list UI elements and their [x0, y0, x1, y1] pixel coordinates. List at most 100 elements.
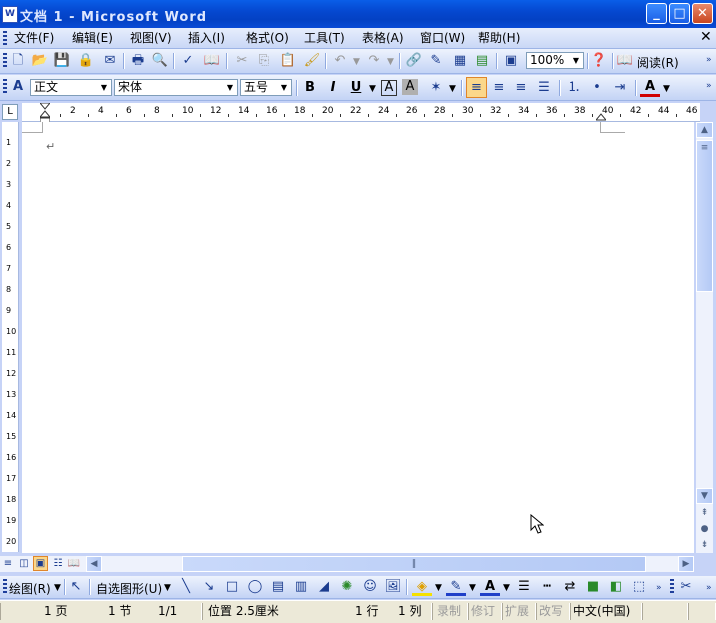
- zoom-select[interactable]: 100% ▼: [526, 52, 584, 69]
- select-objects-icon[interactable]: ↖: [66, 577, 86, 597]
- numbering-icon[interactable]: ⒈: [564, 78, 584, 98]
- select-multiple-objects-icon[interactable]: ⬚: [629, 577, 649, 597]
- print-icon[interactable]: 🖶: [128, 51, 148, 71]
- autoshapes-menu-button[interactable]: 自选图形(U): [96, 580, 162, 597]
- dash-style-icon[interactable]: ┅: [537, 577, 557, 597]
- status-language[interactable]: 中文(中国): [573, 604, 630, 619]
- chevron-down-icon[interactable]: ▼: [435, 583, 442, 593]
- justify-button[interactable]: ≡: [466, 77, 487, 98]
- character-shading-button[interactable]: A: [402, 79, 418, 95]
- previous-page-icon[interactable]: ⇞: [696, 506, 713, 522]
- outline-view-icon[interactable]: ☷: [50, 554, 66, 574]
- diagram-icon[interactable]: ✺: [337, 577, 357, 597]
- cut-icon[interactable]: ✂: [232, 51, 252, 71]
- email-icon[interactable]: ✉: [100, 51, 120, 71]
- menu-tools[interactable]: 工具(T): [304, 30, 345, 46]
- research-icon[interactable]: 📖: [202, 51, 222, 71]
- chevron-down-icon[interactable]: ▼: [469, 583, 476, 593]
- text-box-icon[interactable]: ▤: [268, 577, 288, 597]
- save-icon[interactable]: 💾: [52, 51, 72, 71]
- status-extend[interactable]: 扩展: [505, 604, 529, 619]
- align-right-icon[interactable]: ≡: [511, 78, 531, 98]
- character-border-button[interactable]: A: [381, 80, 397, 96]
- menu-format[interactable]: 格式(O): [246, 30, 289, 46]
- underline-dropdown-icon[interactable]: ▼: [369, 84, 376, 94]
- rectangle-icon[interactable]: □: [222, 577, 242, 597]
- minimize-button[interactable]: _: [646, 3, 667, 24]
- vertical-ruler[interactable]: 1 2 3 4 5 6 7 8 9 10 11 12 13 14 15 16 17 18 19 20: [2, 122, 19, 552]
- maximize-button[interactable]: □: [669, 3, 690, 24]
- drawing-canvas-icon[interactable]: ✂: [676, 577, 696, 597]
- arrow-icon[interactable]: ↘: [199, 577, 219, 597]
- read-button[interactable]: 阅读(R): [637, 54, 679, 71]
- menu-window[interactable]: 窗口(W): [420, 30, 465, 46]
- chevron-down-icon[interactable]: ▼: [570, 54, 582, 67]
- phonetic-guide-icon[interactable]: ✶: [426, 78, 446, 98]
- underline-button[interactable]: U: [346, 78, 366, 98]
- document-map-icon[interactable]: ▣: [501, 51, 521, 71]
- chevron-down-icon[interactable]: ▼: [98, 81, 110, 94]
- toolbar-grip[interactable]: [670, 579, 674, 595]
- close-document-icon[interactable]: ✕: [700, 29, 712, 45]
- toolbar-grip[interactable]: [3, 79, 7, 95]
- chevron-down-icon[interactable]: ▼: [503, 583, 510, 593]
- status-record[interactable]: 录制: [437, 604, 461, 619]
- help-icon[interactable]: ❓: [589, 51, 609, 71]
- next-page-icon[interactable]: ⇟: [696, 538, 713, 554]
- arrow-style-icon[interactable]: ⇄: [560, 577, 580, 597]
- scroll-thumb[interactable]: ≡: [696, 140, 713, 292]
- format-painter-icon[interactable]: 🖌: [302, 51, 322, 71]
- toolbar-grip[interactable]: [3, 53, 7, 69]
- menu-help[interactable]: 帮助(H): [478, 30, 520, 46]
- document-page[interactable]: ↵: [22, 122, 694, 553]
- font-color-button[interactable]: A: [640, 77, 660, 97]
- tab-selector[interactable]: L: [2, 104, 18, 120]
- chevron-down-icon[interactable]: ▼: [449, 84, 456, 94]
- clip-art-icon[interactable]: ☺: [360, 577, 380, 597]
- horizontal-scroll-thumb[interactable]: ‖: [182, 556, 646, 572]
- line-color-icon[interactable]: ✎: [446, 577, 466, 596]
- open-folder-icon[interactable]: 📂: [30, 51, 50, 71]
- line-style-icon[interactable]: ☰: [514, 577, 534, 597]
- hyperlink-icon[interactable]: 🔗: [404, 51, 424, 71]
- toolbar-options-icon[interactable]: »: [656, 583, 662, 593]
- shadow-style-icon[interactable]: ■: [583, 577, 603, 597]
- font-size-select[interactable]: 五号 ▼: [240, 79, 292, 96]
- wordart-icon[interactable]: ◢: [314, 577, 334, 597]
- status-track-changes[interactable]: 修订: [471, 604, 495, 619]
- title-bar[interactable]: W 文档 1 - Microsoft Word _ □ ✕: [0, 0, 716, 28]
- chevron-down-icon[interactable]: ▼: [278, 81, 290, 94]
- toolbar-options-icon[interactable]: »: [706, 81, 712, 91]
- chevron-down-icon[interactable]: ▼: [54, 583, 61, 593]
- horizontal-scrollbar[interactable]: ◀ ‖ ▶: [86, 556, 694, 572]
- scroll-left-icon[interactable]: ◀: [86, 556, 102, 572]
- scroll-up-icon[interactable]: ▲: [696, 122, 713, 138]
- bold-button[interactable]: B: [300, 78, 320, 98]
- styles-formatting-icon[interactable]: A: [8, 77, 28, 97]
- chevron-down-icon[interactable]: ▼: [224, 81, 236, 94]
- distributed-align-icon[interactable]: ☰: [534, 78, 554, 98]
- menu-grip[interactable]: [3, 31, 7, 45]
- select-browse-object-icon[interactable]: ●: [696, 522, 713, 538]
- style-select[interactable]: 正文 ▼: [30, 79, 112, 96]
- insert-table-icon[interactable]: ▦: [450, 51, 470, 71]
- font-select[interactable]: 宋体 ▼: [114, 79, 238, 96]
- menu-table[interactable]: 表格(A): [362, 30, 404, 46]
- scroll-down-icon[interactable]: ▼: [696, 488, 713, 504]
- draw-menu-button[interactable]: 绘图(R): [9, 580, 51, 597]
- menu-file[interactable]: 文件(F): [14, 30, 54, 46]
- align-center-icon[interactable]: ≡: [489, 78, 509, 98]
- new-document-icon[interactable]: 🗋: [8, 51, 28, 71]
- undo-dropdown-icon[interactable]: ▼: [353, 57, 360, 67]
- status-overtype[interactable]: 改写: [539, 604, 563, 619]
- redo-icon[interactable]: ↷: [364, 51, 384, 71]
- bullets-icon[interactable]: •: [587, 78, 607, 98]
- vertical-scrollbar[interactable]: ▲ ≡ ▼ ⇞ ● ⇟: [696, 122, 713, 553]
- reading-layout-view-icon[interactable]: 📖: [66, 554, 82, 574]
- fill-color-icon[interactable]: ◈: [412, 577, 432, 596]
- insert-excel-icon[interactable]: ▤: [472, 51, 492, 71]
- print-layout-view-icon[interactable]: ▣: [33, 556, 48, 571]
- spelling-icon[interactable]: ✓: [178, 51, 198, 71]
- right-indent-marker-icon[interactable]: [594, 110, 608, 121]
- paste-icon[interactable]: 📋: [278, 51, 298, 71]
